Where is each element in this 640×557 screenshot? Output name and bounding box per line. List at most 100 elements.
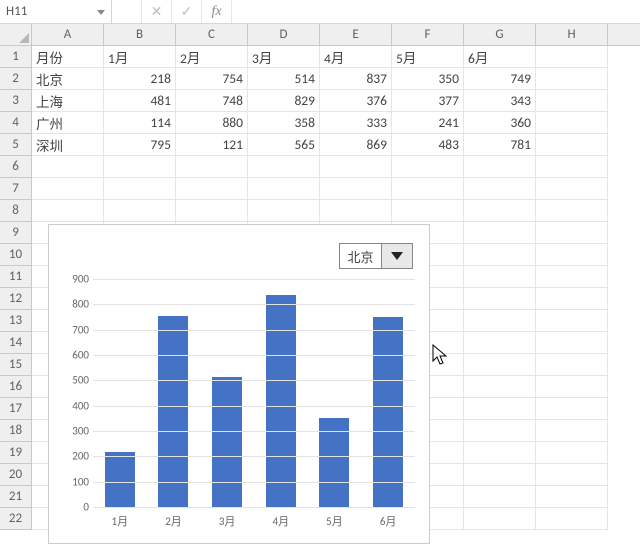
column-header[interactable]: F xyxy=(392,24,464,45)
cell[interactable] xyxy=(464,486,536,508)
column-header[interactable]: H xyxy=(536,24,608,45)
select-all-corner[interactable] xyxy=(0,24,32,46)
cell[interactable] xyxy=(536,222,608,244)
cell[interactable]: 218 xyxy=(104,68,176,90)
cell[interactable]: 360 xyxy=(464,112,536,134)
cell[interactable] xyxy=(464,398,536,420)
cell[interactable]: 6月 xyxy=(464,46,536,68)
cell[interactable] xyxy=(392,200,464,222)
cell[interactable]: 869 xyxy=(320,134,392,156)
row-header[interactable]: 4 xyxy=(0,112,32,134)
cell[interactable]: 754 xyxy=(176,68,248,90)
cell[interactable] xyxy=(464,178,536,200)
cell[interactable] xyxy=(104,156,176,178)
cell[interactable]: 514 xyxy=(248,68,320,90)
cell[interactable] xyxy=(32,178,104,200)
row-header[interactable]: 10 xyxy=(0,244,32,266)
cell[interactable] xyxy=(32,156,104,178)
row-header[interactable]: 11 xyxy=(0,266,32,288)
cell[interactable] xyxy=(464,376,536,398)
row-header[interactable]: 12 xyxy=(0,288,32,310)
cell[interactable] xyxy=(464,464,536,486)
column-header[interactable]: G xyxy=(464,24,536,45)
cell[interactable] xyxy=(536,464,608,486)
cell[interactable]: 333 xyxy=(320,112,392,134)
cell[interactable] xyxy=(392,156,464,178)
cell[interactable]: 121 xyxy=(176,134,248,156)
row-header[interactable]: 8 xyxy=(0,200,32,222)
cell[interactable] xyxy=(464,200,536,222)
cell[interactable]: 上海 xyxy=(32,90,104,112)
cell[interactable] xyxy=(248,156,320,178)
cell[interactable] xyxy=(536,354,608,376)
cell[interactable] xyxy=(536,332,608,354)
cell[interactable]: 795 xyxy=(104,134,176,156)
cell[interactable] xyxy=(464,222,536,244)
cell[interactable] xyxy=(536,178,608,200)
column-header[interactable]: B xyxy=(104,24,176,45)
cell[interactable] xyxy=(536,134,608,156)
cell[interactable] xyxy=(248,200,320,222)
cell[interactable] xyxy=(536,420,608,442)
cell[interactable]: 483 xyxy=(392,134,464,156)
cell[interactable] xyxy=(464,332,536,354)
row-header[interactable]: 15 xyxy=(0,354,32,376)
name-box[interactable]: H11 xyxy=(0,0,112,23)
cell[interactable] xyxy=(176,200,248,222)
cell[interactable] xyxy=(320,200,392,222)
row-header[interactable]: 18 xyxy=(0,420,32,442)
cell[interactable]: 北京 xyxy=(32,68,104,90)
row-header[interactable]: 3 xyxy=(0,90,32,112)
embedded-chart[interactable]: 北京 0100200300400500600700800900 1月2月3月4月… xyxy=(48,224,430,544)
cell[interactable] xyxy=(176,156,248,178)
row-header[interactable]: 2 xyxy=(0,68,32,90)
cell[interactable] xyxy=(536,266,608,288)
row-header[interactable]: 9 xyxy=(0,222,32,244)
cell[interactable] xyxy=(536,398,608,420)
cell[interactable]: 376 xyxy=(320,90,392,112)
row-header[interactable]: 14 xyxy=(0,332,32,354)
cell[interactable] xyxy=(464,420,536,442)
column-header[interactable]: C xyxy=(176,24,248,45)
cell[interactable] xyxy=(320,178,392,200)
cell[interactable] xyxy=(536,508,608,530)
cell[interactable]: 749 xyxy=(464,68,536,90)
cell[interactable] xyxy=(104,200,176,222)
insert-function-button[interactable]: fx xyxy=(202,0,232,23)
cell[interactable] xyxy=(536,200,608,222)
cell[interactable] xyxy=(536,376,608,398)
row-header[interactable]: 16 xyxy=(0,376,32,398)
cell[interactable]: 837 xyxy=(320,68,392,90)
cell[interactable]: 5月 xyxy=(392,46,464,68)
row-header[interactable]: 6 xyxy=(0,156,32,178)
cell[interactable] xyxy=(464,310,536,332)
row-header[interactable]: 20 xyxy=(0,464,32,486)
cell[interactable]: 114 xyxy=(104,112,176,134)
formula-input[interactable] xyxy=(232,0,640,23)
cell[interactable] xyxy=(464,354,536,376)
cell[interactable]: 月份 xyxy=(32,46,104,68)
cell[interactable]: 241 xyxy=(392,112,464,134)
cell[interactable] xyxy=(464,156,536,178)
cell[interactable] xyxy=(536,310,608,332)
cell[interactable]: 2月 xyxy=(176,46,248,68)
row-header[interactable]: 7 xyxy=(0,178,32,200)
row-header[interactable]: 22 xyxy=(0,508,32,530)
cell[interactable]: 350 xyxy=(392,68,464,90)
cell[interactable]: 481 xyxy=(104,90,176,112)
cell[interactable] xyxy=(32,200,104,222)
cell[interactable] xyxy=(536,486,608,508)
row-header[interactable]: 21 xyxy=(0,486,32,508)
cell[interactable]: 358 xyxy=(248,112,320,134)
row-header[interactable]: 13 xyxy=(0,310,32,332)
cell[interactable] xyxy=(104,178,176,200)
cell[interactable]: 3月 xyxy=(248,46,320,68)
cell[interactable]: 4月 xyxy=(320,46,392,68)
cell[interactable]: 1月 xyxy=(104,46,176,68)
cell[interactable] xyxy=(464,442,536,464)
row-header[interactable]: 1 xyxy=(0,46,32,68)
cell[interactable]: 565 xyxy=(248,134,320,156)
cell[interactable] xyxy=(464,288,536,310)
cell[interactable]: 广州 xyxy=(32,112,104,134)
cell[interactable] xyxy=(536,244,608,266)
